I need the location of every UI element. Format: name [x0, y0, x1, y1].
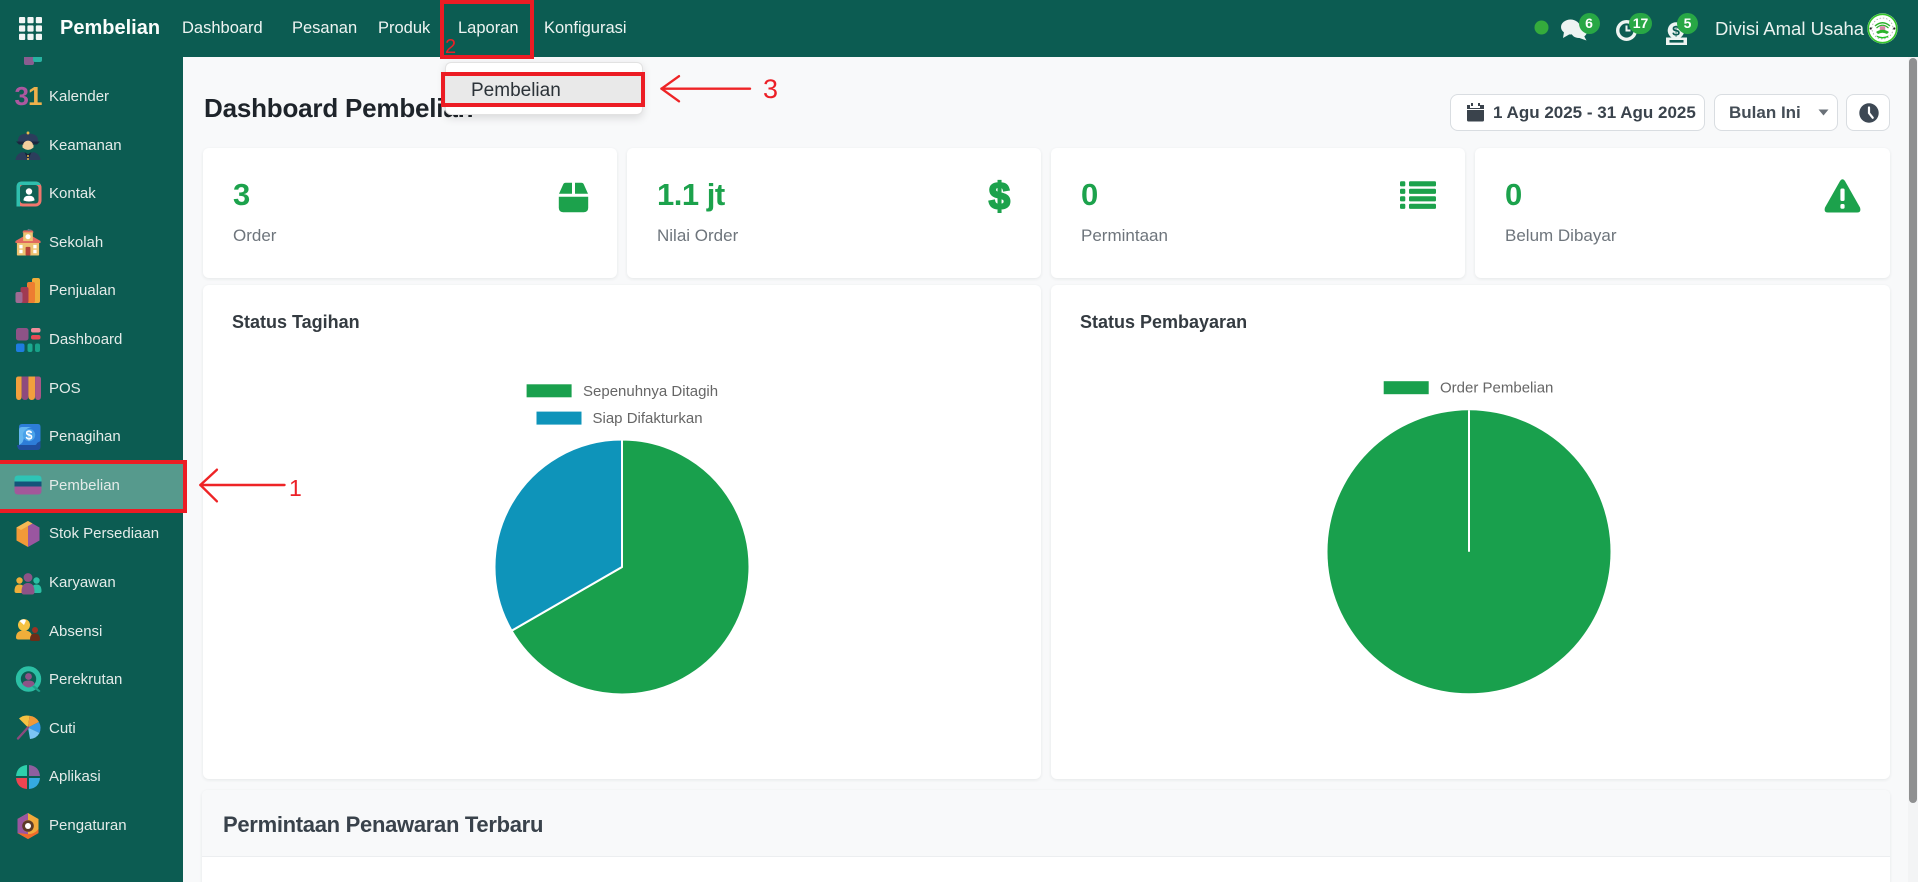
svg-text:Siap Difakturkan: Siap Difakturkan [593, 410, 703, 427]
svg-text:Order Pembelian: Order Pembelian [1440, 380, 1553, 397]
svg-text:$: $ [25, 428, 32, 442]
svg-text:$: $ [989, 178, 1010, 216]
svg-text:Sepenuhnya Ditagih: Sepenuhnya Ditagih [583, 383, 718, 400]
